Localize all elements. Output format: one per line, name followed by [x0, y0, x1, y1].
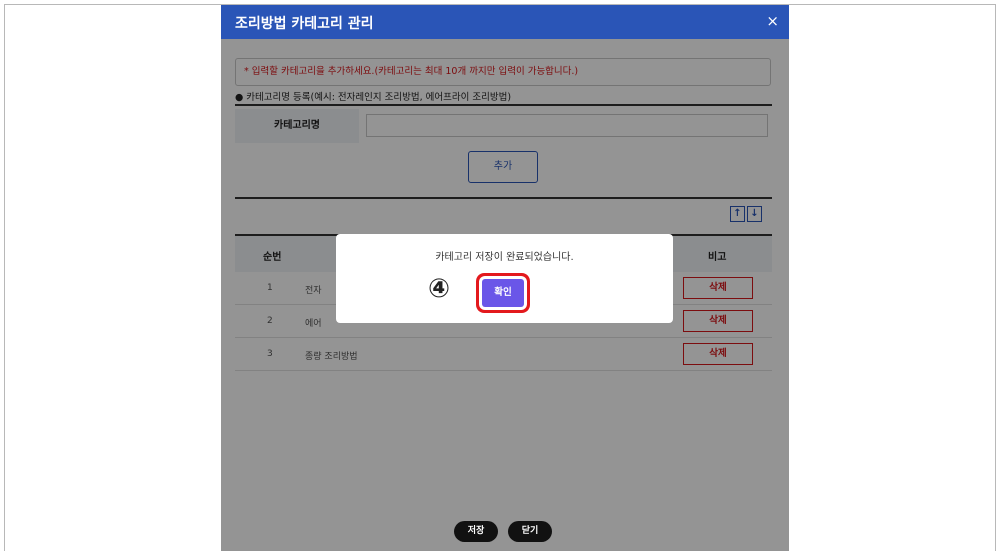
alert-dialog: 카테고리 저장이 완료되었습니다. 확인 — [336, 234, 673, 323]
alert-message: 카테고리 저장이 완료되었습니다. — [435, 252, 574, 263]
step-number-badge: ④ — [427, 274, 450, 304]
modal-title: 조리방법 카테고리 관리 — [235, 16, 374, 32]
close-icon[interactable]: × — [766, 12, 779, 30]
confirm-button[interactable]: 확인 — [482, 279, 524, 307]
save-button[interactable]: 저장 — [454, 521, 498, 542]
close-button[interactable]: 닫기 — [508, 521, 552, 542]
modal-titlebar: 조리방법 카테고리 관리 × — [221, 5, 789, 39]
